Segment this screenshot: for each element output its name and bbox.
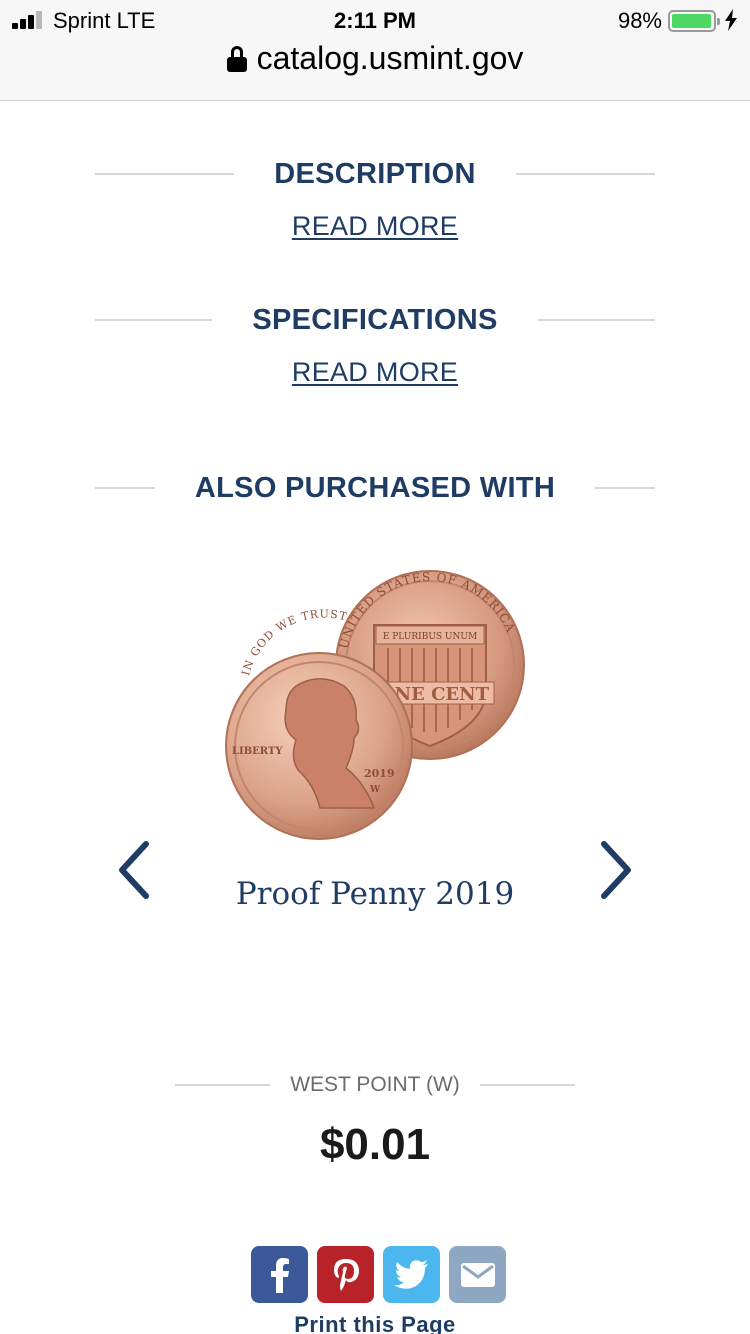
also-purchased-heading: ALSO PURCHASED WITH — [95, 468, 655, 508]
url-bar[interactable]: catalog.usmint.gov — [0, 40, 750, 88]
print-page-link[interactable]: Print this Page — [0, 1312, 750, 1334]
pinterest-share-button[interactable] — [317, 1246, 374, 1303]
lock-icon — [226, 45, 247, 72]
divider — [479, 1084, 575, 1086]
divider — [537, 319, 656, 321]
email-share-button[interactable] — [449, 1246, 506, 1303]
mint-location-heading: WEST POINT (W) — [175, 1070, 575, 1100]
battery-icon — [668, 10, 720, 32]
battery-percent: 98% — [617, 8, 662, 33]
facebook-icon — [270, 1257, 289, 1293]
obverse-liberty-text: LIBERTY — [232, 746, 283, 757]
description-heading: DESCRIPTION — [95, 154, 655, 194]
product-name-link[interactable]: Proof Penny 2019 — [0, 876, 750, 912]
specifications-read-more: READ MORE — [0, 357, 750, 388]
battery-fill — [672, 14, 712, 28]
obverse-mint-mark-text: W — [369, 785, 381, 795]
url-domain[interactable]: catalog.usmint.gov — [257, 40, 524, 77]
mint-location-label: WEST POINT (W) — [290, 1073, 460, 1096]
status-bar: Sprint LTE 2:11 PM 98% — [0, 0, 750, 40]
proof-penny-image[interactable]: UNITED STATES OF AMERICA E PLURIBUS UNUM… — [224, 570, 528, 840]
description-title: DESCRIPTION — [274, 157, 476, 190]
twitter-share-button[interactable] — [383, 1246, 440, 1303]
obverse-year-text: 2019 — [364, 767, 395, 780]
divider — [515, 173, 655, 175]
divider — [95, 319, 213, 321]
pinterest-icon — [333, 1258, 359, 1291]
specifications-title: SPECIFICATIONS — [252, 303, 498, 336]
divider — [175, 1084, 271, 1086]
twitter-icon — [393, 1259, 428, 1289]
product-price: $0.01 — [319, 1120, 431, 1169]
reverse-motto-text: E PLURIBUS UNUM — [383, 632, 477, 642]
specifications-read-more-link[interactable]: READ MORE — [292, 357, 458, 387]
divider — [95, 487, 155, 489]
also-purchased-title: ALSO PURCHASED WITH — [194, 471, 556, 504]
facebook-share-button[interactable] — [251, 1246, 308, 1303]
description-read-more: READ MORE — [0, 211, 750, 242]
description-read-more-link[interactable]: READ MORE — [292, 211, 458, 241]
divider — [95, 173, 235, 175]
browser-chrome: Sprint LTE 2:11 PM 98% catalog.usmint.go… — [0, 0, 750, 101]
specifications-heading: SPECIFICATIONS — [95, 300, 656, 340]
share-buttons — [251, 1246, 506, 1303]
charging-bolt-icon — [725, 9, 737, 31]
email-icon — [460, 1262, 495, 1287]
divider — [595, 487, 655, 489]
